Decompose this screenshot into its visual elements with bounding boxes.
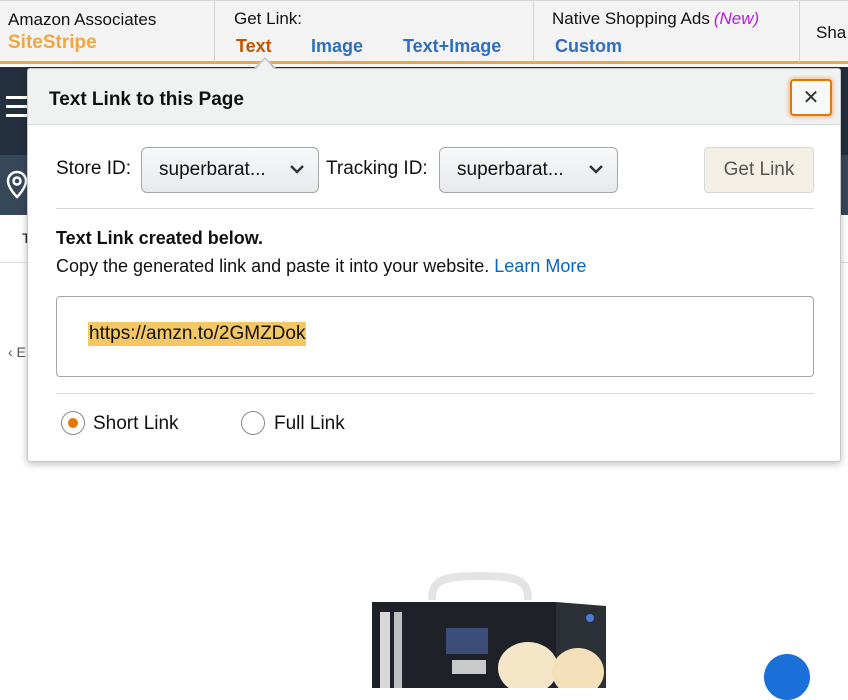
generated-link-textarea[interactable]: https://amzn.to/2GMZDok bbox=[56, 296, 814, 377]
short-link-radio[interactable] bbox=[61, 411, 85, 435]
product-image bbox=[372, 572, 606, 688]
location-pin-icon[interactable] bbox=[6, 170, 28, 200]
tracking-id-label: Tracking ID: bbox=[326, 158, 428, 179]
store-id-label: Store ID: bbox=[56, 158, 131, 179]
back-to-results-link[interactable]: ‹ E bbox=[8, 344, 26, 360]
popup-arrow-inner bbox=[256, 59, 274, 69]
full-link-label[interactable]: Full Link bbox=[274, 413, 345, 435]
tracking-id-value: superbarat... bbox=[457, 159, 564, 180]
generated-link[interactable]: https://amzn.to/2GMZDok bbox=[88, 322, 307, 346]
text-link-popup: Text Link to this Page ✕ Store ID: super… bbox=[27, 68, 841, 462]
store-id-select[interactable]: superbarat... bbox=[141, 147, 319, 193]
share-label[interactable]: Sha bbox=[816, 23, 846, 43]
native-ads-label: Native Shopping Ads (New) bbox=[552, 9, 759, 29]
sitestripe-brand: Amazon Associates SiteStripe bbox=[0, 1, 215, 62]
copy-instruction-text: Copy the generated link and paste it int… bbox=[56, 256, 490, 276]
custom-ads-link[interactable]: Custom bbox=[555, 36, 622, 57]
link-type-image[interactable]: Image bbox=[311, 36, 363, 57]
new-badge: (New) bbox=[713, 9, 760, 28]
short-link-label[interactable]: Short Link bbox=[93, 413, 179, 435]
get-link-section: Get Link: Text Image Text+Image bbox=[215, 1, 534, 62]
get-link-label: Get Link: bbox=[234, 9, 303, 28]
native-ads-text: Native Shopping Ads bbox=[552, 9, 710, 28]
share-section: Sha bbox=[800, 1, 848, 62]
full-link-radio[interactable] bbox=[241, 411, 265, 435]
native-ads-section: Native Shopping Ads (New) Custom bbox=[534, 1, 800, 62]
brand-line-2: SiteStripe bbox=[8, 32, 97, 53]
divider bbox=[56, 208, 814, 209]
close-icon: ✕ bbox=[802, 87, 820, 109]
bluetooth-icon bbox=[764, 654, 810, 700]
chevron-down-icon bbox=[290, 165, 304, 174]
brand-line-1: Amazon Associates bbox=[8, 10, 157, 29]
store-id-value: superbarat... bbox=[159, 159, 266, 180]
chevron-down-icon bbox=[589, 165, 603, 174]
divider bbox=[56, 393, 814, 394]
hamburger-menu-icon[interactable] bbox=[6, 96, 28, 122]
learn-more-link[interactable]: Learn More bbox=[494, 256, 586, 276]
popup-title: Text Link to this Page bbox=[49, 89, 244, 110]
close-button[interactable]: ✕ bbox=[790, 79, 832, 116]
link-type-text[interactable]: Text bbox=[236, 36, 272, 57]
sitestripe-bar: Amazon Associates SiteStripe Get Link: T… bbox=[0, 0, 848, 64]
get-link-button[interactable]: Get Link bbox=[704, 147, 814, 193]
tracking-id-select[interactable]: superbarat... bbox=[439, 147, 618, 193]
popup-header: Text Link to this Page ✕ bbox=[28, 69, 840, 125]
created-heading: Text Link created below. bbox=[56, 228, 264, 248]
copy-instruction: Copy the generated link and paste it int… bbox=[56, 256, 586, 277]
link-type-text-image[interactable]: Text+Image bbox=[403, 36, 501, 57]
